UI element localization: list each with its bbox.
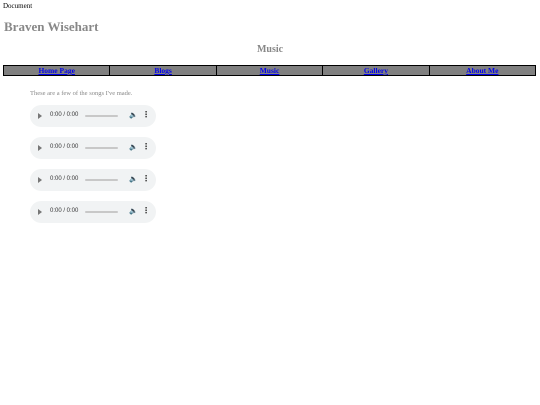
nav-link-music[interactable]: Music (217, 66, 324, 75)
seek-bar[interactable] (85, 211, 118, 213)
intro-text: These are a few of the songs I've made. (30, 90, 133, 97)
play-icon[interactable] (38, 177, 42, 183)
more-options-icon[interactable]: ⋮ (142, 174, 150, 183)
seek-bar[interactable] (85, 115, 118, 117)
volume-icon[interactable]: 🔈 (129, 175, 138, 183)
more-options-icon[interactable]: ⋮ (142, 142, 150, 151)
nav-bar: Home Page Blogs Music Gallery About Me (3, 65, 536, 76)
seek-bar[interactable] (85, 179, 118, 181)
volume-icon[interactable]: 🔈 (129, 207, 138, 215)
nav-link-about[interactable]: About Me (430, 66, 535, 75)
audio-player[interactable]: 0:00 / 0:00 🔈 ⋮ (30, 201, 156, 223)
audio-player[interactable]: 0:00 / 0:00 🔈 ⋮ (30, 105, 156, 127)
audio-player[interactable]: 0:00 / 0:00 🔈 ⋮ (30, 137, 156, 159)
page-heading: Music (256, 44, 284, 55)
site-title: Braven Wisehart (4, 19, 99, 34)
time-display: 0:00 / 0:00 (50, 112, 79, 118)
seek-bar[interactable] (85, 147, 118, 149)
time-display: 0:00 / 0:00 (50, 144, 79, 150)
play-icon[interactable] (38, 209, 42, 215)
volume-icon[interactable]: 🔈 (129, 143, 138, 151)
nav-link-gallery[interactable]: Gallery (323, 66, 430, 75)
nav-link-home[interactable]: Home Page (4, 66, 111, 75)
time-display: 0:00 / 0:00 (50, 208, 79, 214)
volume-icon[interactable]: 🔈 (129, 111, 138, 119)
audio-player[interactable]: 0:00 / 0:00 🔈 ⋮ (30, 169, 156, 191)
time-display: 0:00 / 0:00 (50, 176, 79, 182)
document-title: Document (3, 2, 33, 10)
play-icon[interactable] (38, 145, 42, 151)
more-options-icon[interactable]: ⋮ (142, 206, 150, 215)
more-options-icon[interactable]: ⋮ (142, 110, 150, 119)
play-icon[interactable] (38, 113, 42, 119)
nav-link-blogs[interactable]: Blogs (110, 66, 217, 75)
